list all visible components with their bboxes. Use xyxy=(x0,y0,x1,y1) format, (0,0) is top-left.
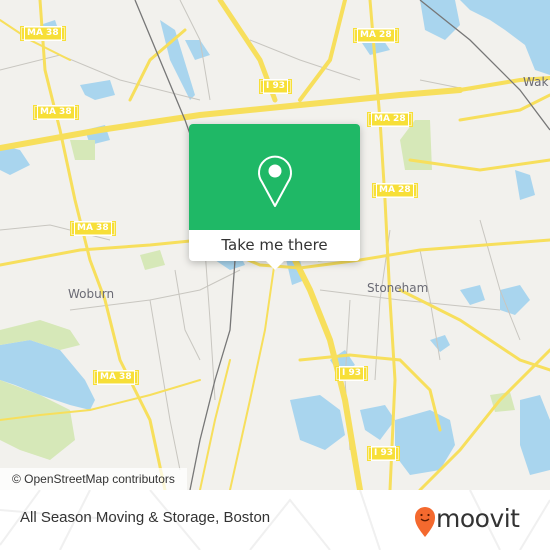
route-shield-ma28: MA 28 xyxy=(353,28,399,43)
route-shield-ma38: MA 38 xyxy=(70,221,116,236)
route-shield-ma38: MA 38 xyxy=(20,26,66,41)
take-me-there-button[interactable]: Take me there xyxy=(189,230,360,261)
popup-pointer xyxy=(266,261,284,270)
place-label-stoneham: Stoneham xyxy=(367,281,429,295)
route-shield-i93: I 93 xyxy=(367,446,401,461)
footer: All Season Moving & Storage, Boston moov… xyxy=(0,490,550,550)
place-title: All Season Moving & Storage, Boston xyxy=(20,509,271,526)
route-shield-i93: I 93 xyxy=(259,79,293,94)
route-shield-ma38: MA 38 xyxy=(33,105,79,120)
location-pin-icon xyxy=(258,155,292,207)
map-attribution[interactable]: © OpenStreetMap contributors xyxy=(0,468,187,490)
moovit-pin-icon xyxy=(415,507,435,537)
moovit-wordmark: moovit xyxy=(436,504,520,533)
location-popup: Take me there xyxy=(189,124,360,270)
place-label-wakefield: Wak xyxy=(523,75,549,89)
route-shield-i93: I 93 xyxy=(335,366,369,381)
popup-header xyxy=(189,124,360,230)
route-shield-ma28: MA 28 xyxy=(372,183,418,198)
route-shield-ma28: MA 28 xyxy=(367,112,413,127)
route-shield-ma38: MA 38 xyxy=(93,370,139,385)
map[interactable]: MA 38 MA 38 MA 38 MA 38 I 93 I 93 I 93 M… xyxy=(0,0,550,490)
place-label-woburn: Woburn xyxy=(68,287,115,301)
